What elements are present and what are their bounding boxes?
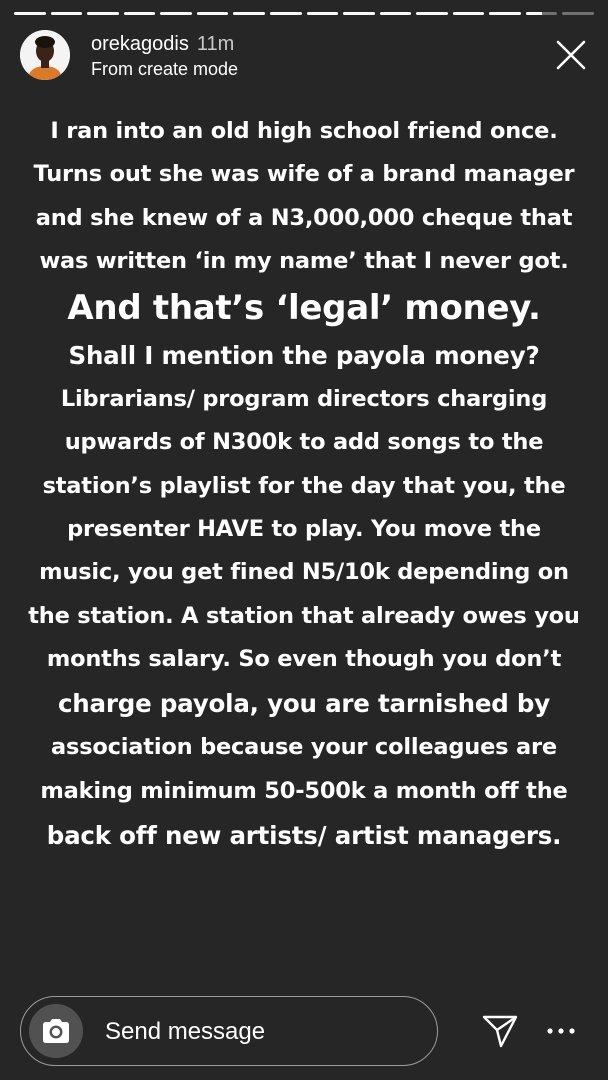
story-progress-segment [196, 12, 229, 15]
story-progress-segment [489, 12, 521, 15]
story-progress-fill [87, 12, 119, 15]
story-progress-segment [343, 12, 375, 15]
story-text-line: Turns out she was wife of a brand manage… [33, 161, 575, 188]
story-progress-segment [525, 12, 558, 15]
story-text-line: I ran into an old high school friend onc… [50, 118, 558, 144]
username[interactable]: orekagodis [91, 33, 189, 55]
story-progress-fill [160, 12, 192, 15]
story-progress-segment [87, 12, 119, 15]
story-progress-bar [14, 12, 594, 15]
story-progress-fill [306, 12, 339, 15]
more-options-button[interactable] [544, 1018, 578, 1042]
story-text-line: was written ‘in my name’ that I never go… [39, 247, 569, 274]
story-viewer: orekagodis 11m From create mode I ran int… [0, 0, 608, 1080]
story-progress-fill [343, 12, 375, 15]
avatar-image [20, 30, 70, 80]
story-progress-segment [50, 12, 83, 15]
story-progress-fill [489, 12, 521, 15]
story-text: I ran into an old high school friend onc… [18, 110, 590, 858]
close-button[interactable] [554, 38, 588, 72]
story-progress-fill [452, 12, 485, 15]
story-text-line: And that’s ‘legal’ money. [67, 288, 541, 329]
story-progress-fill [416, 12, 448, 15]
story-text-line: making minimum 50-500k a month off the [40, 777, 568, 804]
story-progress-segment [233, 12, 265, 15]
story-progress-segment [562, 12, 594, 15]
story-progress-segment [379, 12, 412, 15]
story-progress-segment [14, 12, 46, 15]
send-message-placeholder: Send message [105, 1018, 266, 1045]
story-progress-fill [379, 12, 412, 15]
story-text-line: station’s playlist for the day that you,… [42, 472, 566, 499]
story-text-line: upwards of N300k to add songs to the [64, 429, 544, 456]
story-text-line: Shall I mention the payola money? [68, 341, 540, 371]
story-progress-fill [233, 12, 265, 15]
story-source-label: From create mode [91, 59, 239, 79]
send-message-input[interactable]: Send message [20, 996, 438, 1066]
story-progress-segment [269, 12, 302, 15]
time-ago: 11m [196, 33, 235, 55]
more-icon [547, 1028, 575, 1034]
story-text-line: Librarians/ program directors charging [60, 386, 548, 413]
story-text-line: association because your colleagues are [51, 734, 557, 761]
story-progress-fill [196, 12, 229, 15]
story-progress-segment [123, 12, 156, 15]
story-text-line: music, you get fined N5/10k depending on [39, 559, 569, 586]
story-progress-segment [452, 12, 485, 15]
story-progress-fill [14, 12, 46, 15]
story-progress-fill [269, 12, 302, 15]
story-progress-segment [306, 12, 339, 15]
story-progress-segment [416, 12, 448, 15]
story-progress-fill [525, 12, 542, 15]
story-text-line: months salary. So even though you don’t [46, 645, 562, 672]
story-text-line: the station. A station that already owes… [28, 602, 580, 629]
story-progress-fill [123, 12, 156, 15]
send-icon [482, 1015, 518, 1048]
avatar[interactable] [20, 30, 70, 80]
story-progress-segment [160, 12, 192, 15]
story-progress-fill [50, 12, 83, 15]
share-button[interactable] [480, 1010, 520, 1050]
story-text-line: charge payola, you are tarnished by [57, 689, 551, 719]
camera-icon [43, 1019, 69, 1043]
camera-button[interactable] [29, 1004, 83, 1058]
story-header: orekagodis 11m From create mode [20, 30, 588, 82]
story-text-line: and she knew of a N3,000,000 cheque that [35, 204, 573, 231]
story-text-line: presenter HAVE to play. You move the [67, 516, 541, 543]
user-line: orekagodis 11m [91, 32, 234, 56]
story-text-line: back off new artists/ artist managers. [46, 820, 562, 850]
close-icon [556, 40, 586, 70]
